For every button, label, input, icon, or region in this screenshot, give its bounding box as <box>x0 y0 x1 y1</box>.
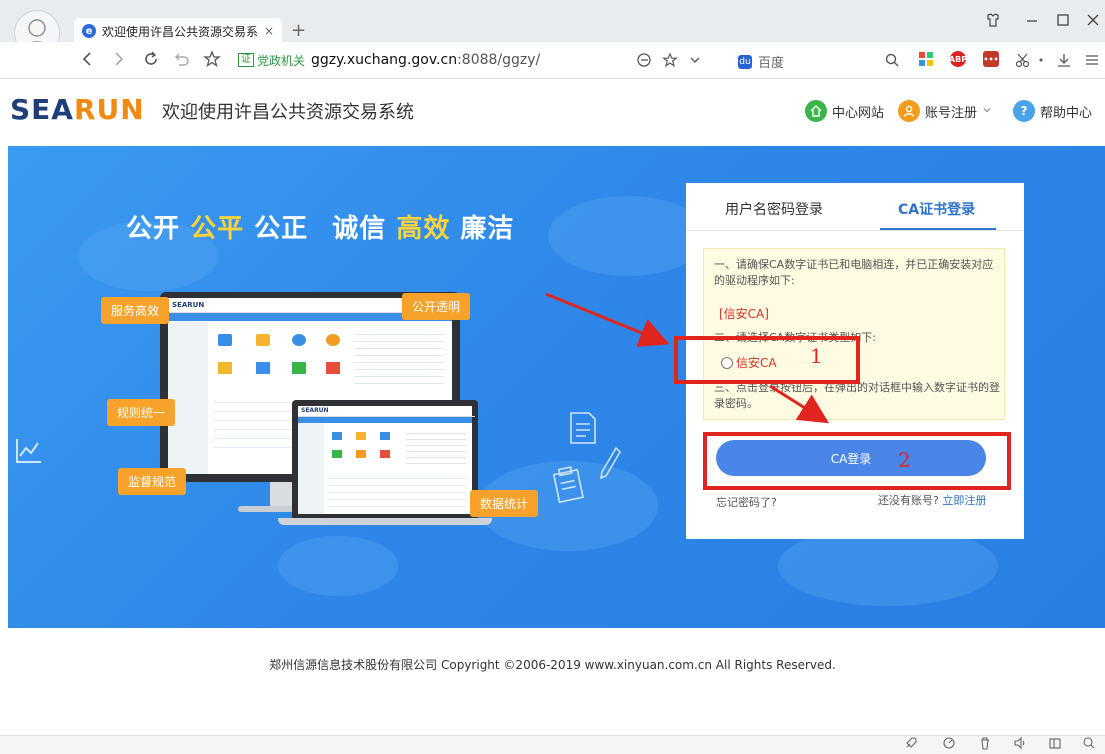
no-account-text: 还没有账号? 立即注册 <box>878 492 986 508</box>
tab-close-icon[interactable]: × <box>264 24 274 38</box>
url-host: ggzy.xuchang.gov.cn <box>311 52 458 68</box>
undo-icon[interactable] <box>172 50 190 73</box>
badge-data-statistics: 数据统计 <box>470 490 539 517</box>
volume-icon[interactable] <box>1013 736 1027 753</box>
trash-icon[interactable] <box>978 736 992 753</box>
browser-status-bar <box>0 735 1105 754</box>
new-tab-button[interactable]: + <box>291 20 306 41</box>
baidu-logo-icon: du <box>738 54 752 69</box>
account-register-link[interactable]: 账号注册 <box>898 100 992 122</box>
tab-divider <box>686 230 1024 231</box>
logo-part2: RUN <box>73 93 145 126</box>
slogan-word-6: 廉洁 <box>460 214 515 244</box>
url-path: :8088/ggzy/ <box>457 52 541 68</box>
home-icon <box>805 100 827 122</box>
pencil-icon <box>600 446 621 480</box>
scissors-dropdown-icon[interactable] <box>1037 52 1045 73</box>
banner-slogan: 公开 公平 公正 诚信 高效 廉洁 <box>126 208 514 245</box>
gov-verified-icon: 证 <box>238 53 254 67</box>
gov-category-label: 党政机关 <box>257 53 306 68</box>
clipboard-icon <box>552 466 585 504</box>
tab-ca-login[interactable]: CA证书登录 <box>898 199 975 219</box>
searun-logo[interactable]: SEARUN <box>10 93 145 126</box>
logo-part1: SEA <box>10 93 74 126</box>
chevron-down-icon <box>982 104 992 119</box>
tab-title: 欢迎使用许昌公共资源交易系统 <box>102 24 258 39</box>
no-account-label: 还没有账号? <box>878 494 939 507</box>
minimize-icon[interactable] <box>1025 12 1039 32</box>
download-icon[interactable] <box>1056 52 1072 73</box>
help-center-link[interactable]: ? 帮助中心 <box>1013 100 1092 122</box>
apps-grid-icon[interactable] <box>918 51 934 67</box>
address-dropdown-icon[interactable] <box>688 52 702 73</box>
slogan-word-2: 公平 <box>190 214 245 244</box>
slogan-word-5: 高效 <box>396 214 451 244</box>
browser-logo-icon: e <box>82 24 96 38</box>
forward-icon[interactable] <box>112 50 126 73</box>
slogan-word-3: 公正 <box>254 214 309 244</box>
laptop-screen: SEARUN <box>298 406 475 514</box>
forgot-password-link[interactable]: 忘记密码了? <box>716 494 777 510</box>
menu-icon[interactable] <box>1084 52 1100 73</box>
step1-text: 一、请确保CA数字证书已和电脑相连，并已正确安装对应的驱动程序如下: <box>714 258 994 287</box>
adblock-plus-icon[interactable]: ABP <box>949 51 967 67</box>
back-icon[interactable] <box>80 50 94 73</box>
copyright-text: 郑州信源信息技术股份有限公司 Copyright ©2006-2019 www.… <box>269 658 836 672</box>
register-now-link[interactable]: 立即注册 <box>942 494 986 507</box>
favorite-star-icon[interactable] <box>203 50 221 73</box>
badge-open-transparent: 公开透明 <box>402 293 471 320</box>
maximize-icon[interactable] <box>1056 12 1070 32</box>
browser-tab[interactable]: e 欢迎使用许昌公共资源交易系统 × <box>74 18 282 44</box>
account-register-label: 账号注册 <box>925 105 978 121</box>
window-icon[interactable] <box>1048 736 1062 753</box>
slogan-word-1: 公开 <box>126 214 181 244</box>
question-icon: ? <box>1013 100 1035 122</box>
site-title: 欢迎使用许昌公共资源交易系统 <box>162 102 414 123</box>
zoom-icon[interactable] <box>1082 736 1096 753</box>
close-window-icon[interactable] <box>1086 12 1100 32</box>
tab-password-login[interactable]: 用户名密码登录 <box>725 199 823 219</box>
annotation-box-2 <box>703 432 1011 490</box>
badge-standard-supervision: 监督规范 <box>118 468 187 495</box>
search-engine-box[interactable]: du 百度 <box>738 52 784 71</box>
reload-icon[interactable] <box>142 50 160 73</box>
badge-unified-rules: 规则统一 <box>107 399 176 426</box>
laptop-mini-logo: SEARUN <box>298 406 475 417</box>
reader-mode-icon[interactable] <box>636 52 652 73</box>
scissors-icon[interactable] <box>1015 52 1033 73</box>
annotation-arrows <box>545 292 830 424</box>
home-site-link[interactable]: 中心网站 <box>805 100 884 122</box>
user-icon <box>898 100 920 122</box>
skin-icon[interactable] <box>985 12 1001 32</box>
annotation-number-2: 2 <box>898 448 911 472</box>
slogan-word-4: 诚信 <box>332 214 387 244</box>
laptop-base <box>278 518 492 525</box>
help-center-label: 帮助中心 <box>1040 105 1093 121</box>
badge-service-efficient: 服务高效 <box>101 297 170 324</box>
home-site-label: 中心网站 <box>832 105 885 121</box>
bookmark-star-icon[interactable] <box>662 52 678 73</box>
search-engine-label: 百度 <box>758 56 785 71</box>
active-tab-indicator <box>880 228 996 230</box>
arrow-to-box-1 <box>545 292 670 347</box>
rocket-icon[interactable] <box>904 736 918 753</box>
performance-icon[interactable] <box>942 736 956 753</box>
search-icon[interactable] <box>884 52 900 73</box>
extension-more-icon[interactable]: ••• <box>983 51 999 67</box>
arrow-to-box-2 <box>769 384 830 424</box>
chart-line-icon <box>16 439 41 463</box>
